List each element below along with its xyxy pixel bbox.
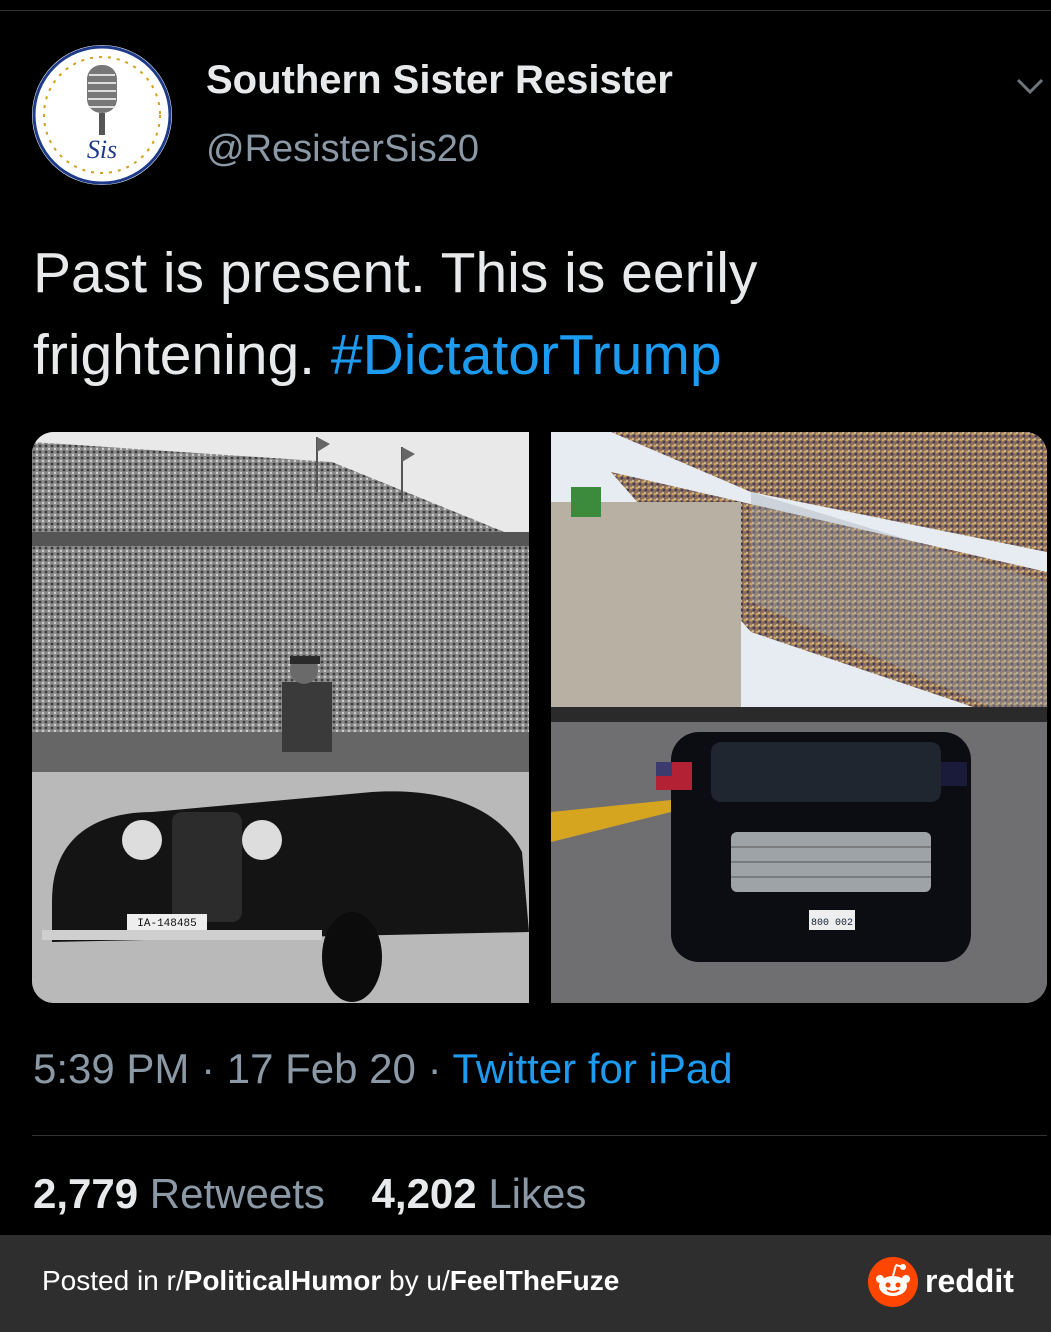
speedway-motorcade-photo-icon: 800 002 — [551, 432, 1047, 1003]
left-plate-text: IA-148485 — [137, 918, 196, 930]
hashtag-link[interactable]: #DictatorTrump — [331, 323, 722, 387]
reddit-wordmark[interactable]: reddit — [925, 1263, 1014, 1300]
chevron-down-icon[interactable] — [1010, 70, 1050, 100]
tweet-time[interactable]: 5:39 PM — [33, 1045, 189, 1092]
username-link[interactable]: FeelTheFuze — [450, 1265, 620, 1296]
likes-count: 4,202 — [371, 1170, 477, 1217]
posted-in-line: Posted in r/PoliticalHumor by u/FeelTheF… — [42, 1265, 619, 1297]
avatar-text: Sis — [87, 135, 117, 164]
reddit-footer: Posted in r/PoliticalHumor by u/FeelTheF… — [0, 1235, 1051, 1332]
likes-stat[interactable]: 4,202 Likes — [372, 1170, 587, 1217]
tweet-meta: 5:39 PM · 17 Feb 20 · Twitter for iPad — [33, 1045, 733, 1093]
microphone-logo-icon: Sis — [32, 45, 172, 185]
top-divider — [0, 10, 1051, 11]
stats-divider — [32, 1135, 1047, 1136]
retweets-count: 2,779 — [33, 1170, 139, 1217]
tweet-text: Past is present. This is eerily frighten… — [33, 232, 1023, 396]
posted-in-prefix: Posted in r/ — [42, 1265, 184, 1296]
meta-separator: · — [415, 1045, 453, 1092]
tweet-image-left[interactable]: IA-148485 — [32, 432, 529, 1003]
right-plate-text: 800 002 — [811, 918, 853, 929]
retweets-stat[interactable]: 2,779 Retweets — [33, 1170, 325, 1217]
likes-label: Likes — [488, 1170, 587, 1217]
meta-separator: · — [189, 1045, 227, 1092]
profile-avatar[interactable]: Sis — [32, 45, 172, 185]
tweet-stats: 2,779 Retweets 4,202 Likes — [33, 1170, 586, 1218]
historical-stadium-photo-icon: IA-148485 — [32, 432, 529, 1003]
display-name[interactable]: Southern Sister Resister — [206, 58, 673, 103]
retweets-label: Retweets — [149, 1170, 325, 1217]
subreddit-link[interactable]: PoliticalHumor — [184, 1265, 382, 1296]
user-handle[interactable]: @ResisterSis20 — [206, 128, 479, 171]
tweet-date[interactable]: 17 Feb 20 — [227, 1045, 416, 1092]
tweet-image-right[interactable]: 800 002 — [551, 432, 1047, 1003]
reddit-alien-icon[interactable] — [868, 1257, 918, 1307]
by-prefix: by u/ — [381, 1265, 450, 1296]
tweet-source-link[interactable]: Twitter for iPad — [452, 1045, 732, 1092]
